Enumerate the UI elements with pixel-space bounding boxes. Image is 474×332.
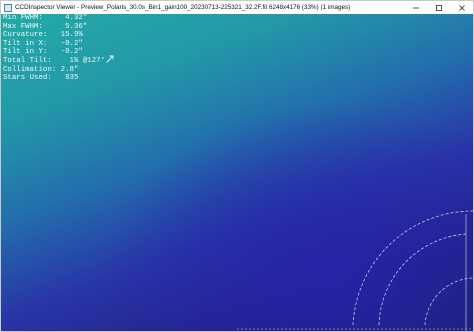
close-button[interactable]	[450, 1, 473, 14]
focus-contour-arcs	[237, 210, 473, 331]
app-icon	[4, 3, 12, 12]
minimize-icon	[412, 7, 419, 8]
title-bar[interactable]: CCDInspector Viewer - Preview_Polaris_30…	[1, 1, 473, 14]
maximize-button[interactable]	[427, 1, 450, 14]
contour-arc-middle	[378, 233, 467, 326]
close-icon	[458, 4, 465, 11]
window-controls	[404, 1, 473, 14]
window-title: CCDInspector Viewer - Preview_Polaris_30…	[15, 4, 351, 11]
ccdinspector-window: CCDInspector Viewer - Preview_Polaris_30…	[0, 0, 474, 332]
maximize-icon	[435, 4, 442, 11]
contour-arc-outer	[352, 210, 473, 326]
minimize-button[interactable]	[404, 1, 427, 14]
image-canvas[interactable]: Min FWHM: 4.32" Max FWHM: 5.36" Curvatur…	[1, 14, 473, 331]
